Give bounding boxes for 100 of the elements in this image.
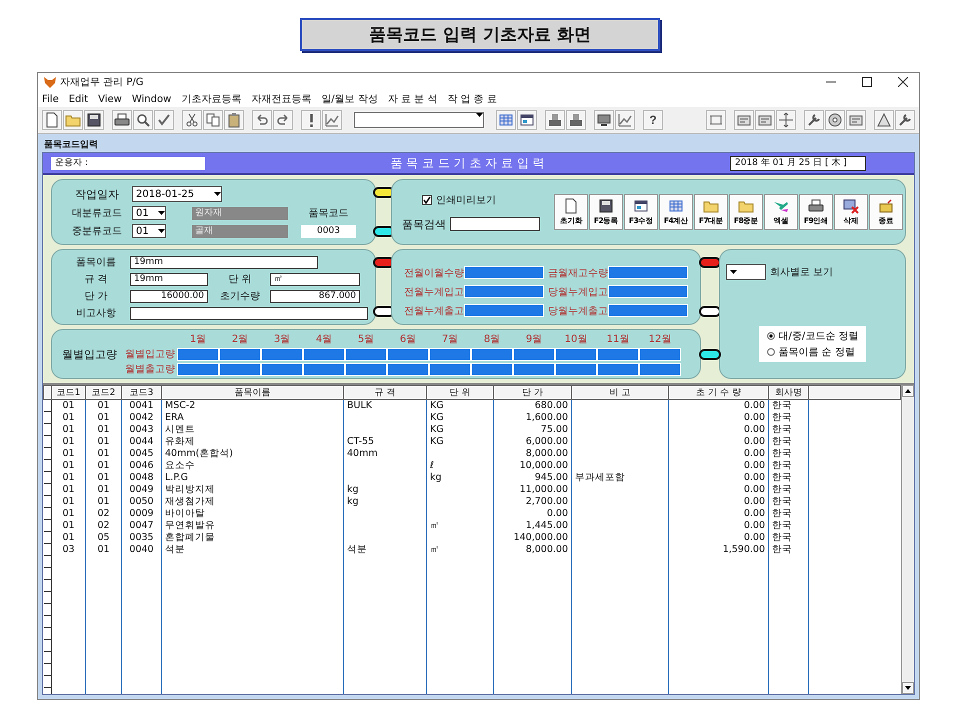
initial-quantity-field[interactable]: 867.000 <box>270 290 360 302</box>
caret-icon <box>158 211 165 215</box>
table-cell: 945.00 <box>494 472 572 484</box>
window-title: 자재업무 관리 P/G <box>60 76 145 89</box>
menu-item[interactable]: 자재전표등록 <box>251 92 312 106</box>
table-cell: 40mm(혼합석) <box>162 448 344 460</box>
table-cell: 0.00 <box>494 508 572 520</box>
menu-item[interactable]: View <box>98 94 122 104</box>
month-label: 4월 <box>314 333 334 346</box>
table-cell: 0.00 <box>668 472 768 484</box>
help-button[interactable]: ? <box>643 110 663 130</box>
field-label: 작업일자 <box>74 186 120 202</box>
column-header[interactable]: 품목이름 <box>162 386 344 400</box>
table-cell: 0.00 <box>668 448 768 460</box>
toolbar-button[interactable] <box>594 110 614 130</box>
preview-checkbox[interactable] <box>422 194 432 204</box>
date-combo[interactable]: 2018-01-25 <box>132 186 222 202</box>
toolbar-button[interactable] <box>776 110 796 130</box>
toolbar-button[interactable] <box>112 110 132 130</box>
toolbar-button[interactable] <box>182 110 202 130</box>
month-label: 12월 <box>648 333 672 346</box>
menu-item[interactable]: 자 료 분 석 <box>388 92 438 106</box>
table-cell: 01 <box>52 508 86 520</box>
form-title: 품 목 코 드 기 초 자 료 입 력 <box>389 154 546 172</box>
clipboard-icon <box>226 112 242 128</box>
caret-icon <box>158 229 165 233</box>
column-header[interactable]: 회사명 <box>768 386 808 400</box>
toolbar-button[interactable] <box>224 110 244 130</box>
table-cell: KG <box>426 412 494 424</box>
item-name-field[interactable]: 19mm <box>130 256 318 268</box>
code-combo[interactable]: 01 <box>132 206 166 220</box>
table-cell: 11,000.00 <box>494 484 572 496</box>
menu-item[interactable]: Edit <box>68 94 88 104</box>
table-cell: 680.00 <box>494 400 572 412</box>
code-combo[interactable]: 01 <box>132 224 166 238</box>
scroll-up-button[interactable] <box>902 385 914 397</box>
column-header[interactable]: 초 기 수 량 <box>668 386 768 400</box>
wrench-icon <box>897 112 913 128</box>
table-cell: 2,700.00 <box>494 496 572 508</box>
table-cell: 03 <box>52 544 86 556</box>
menu-item[interactable]: Window <box>132 94 172 104</box>
menu-item[interactable]: 일/월보 작성 <box>321 92 378 106</box>
column-header[interactable]: 비 고 <box>572 386 668 400</box>
spec-field[interactable]: 19mm <box>130 272 208 286</box>
table-cell: 01 <box>86 496 122 508</box>
column-header[interactable]: 코드1 <box>52 386 86 400</box>
toolbar-button[interactable] <box>846 110 866 130</box>
menu-item[interactable]: 작 업 종 료 <box>447 92 497 106</box>
toolbar-button[interactable] <box>615 110 635 130</box>
sort-radio[interactable]: 대/중/코드순 정렬 <box>766 329 858 343</box>
toolbar-combo[interactable] <box>354 112 484 128</box>
column-header[interactable]: 단 위 <box>426 386 494 400</box>
toolbar-button[interactable] <box>322 110 342 130</box>
app-icon <box>44 76 56 88</box>
column-header[interactable]: 코드3 <box>122 386 162 400</box>
table-cell: 0.00 <box>668 412 768 424</box>
month-label: 9월 <box>524 333 544 346</box>
unit-field[interactable]: ㎡ <box>270 272 360 286</box>
toolbar-button[interactable] <box>203 110 223 130</box>
toolbar-button[interactable] <box>133 110 153 130</box>
toolbar-button[interactable] <box>734 110 754 130</box>
table-cell: 01 <box>86 400 122 412</box>
toolbar-button[interactable] <box>895 110 915 130</box>
column-header[interactable]: 규 격 <box>344 386 426 400</box>
binder-ring-icon <box>699 306 721 317</box>
toolbar-button[interactable] <box>804 110 824 130</box>
price-field[interactable]: 16000.00 <box>130 290 208 302</box>
toolbar-button[interactable] <box>517 110 537 130</box>
toolbar-button[interactable] <box>825 110 845 130</box>
field-label: 전월누계출고 <box>404 304 464 318</box>
toolbar-button[interactable] <box>755 110 775 130</box>
caret-icon <box>476 113 483 117</box>
field-label: 대분류코드 <box>71 207 123 220</box>
table-cell: 박리방지제 <box>162 484 344 496</box>
toolbar-button[interactable] <box>874 110 894 130</box>
toolbar-button[interactable] <box>42 110 62 130</box>
printer-icon <box>808 198 824 214</box>
note-field[interactable] <box>130 306 368 320</box>
quantity-field <box>471 348 513 360</box>
sort-radio[interactable]: 품목이름 순 정렬 <box>766 345 858 359</box>
table-cell: 01 <box>86 472 122 484</box>
binder-ring-icon <box>699 348 721 360</box>
column-header[interactable]: 단 가 <box>494 386 572 400</box>
month-label: 2월 <box>230 333 250 346</box>
column-header[interactable]: 코드2 <box>86 386 122 400</box>
field-label: 규 격 <box>83 273 109 286</box>
printer-icon <box>114 112 130 128</box>
table-cell: 01 <box>52 460 86 472</box>
company-combo[interactable] <box>726 264 766 280</box>
table-cell: 한국 <box>768 424 808 436</box>
menu-item[interactable]: File <box>42 94 59 104</box>
search-field[interactable] <box>450 217 540 231</box>
maximize-icon <box>862 77 872 87</box>
menu-item[interactable]: 기초자료등록 <box>181 92 242 106</box>
copy-icon <box>205 112 221 128</box>
toolbar-button[interactable] <box>84 110 104 130</box>
toolbar-button[interactable] <box>301 110 321 130</box>
scroll-down-button[interactable] <box>902 682 914 694</box>
quantity-field <box>429 362 471 376</box>
table-cell: 한국 <box>768 508 808 520</box>
